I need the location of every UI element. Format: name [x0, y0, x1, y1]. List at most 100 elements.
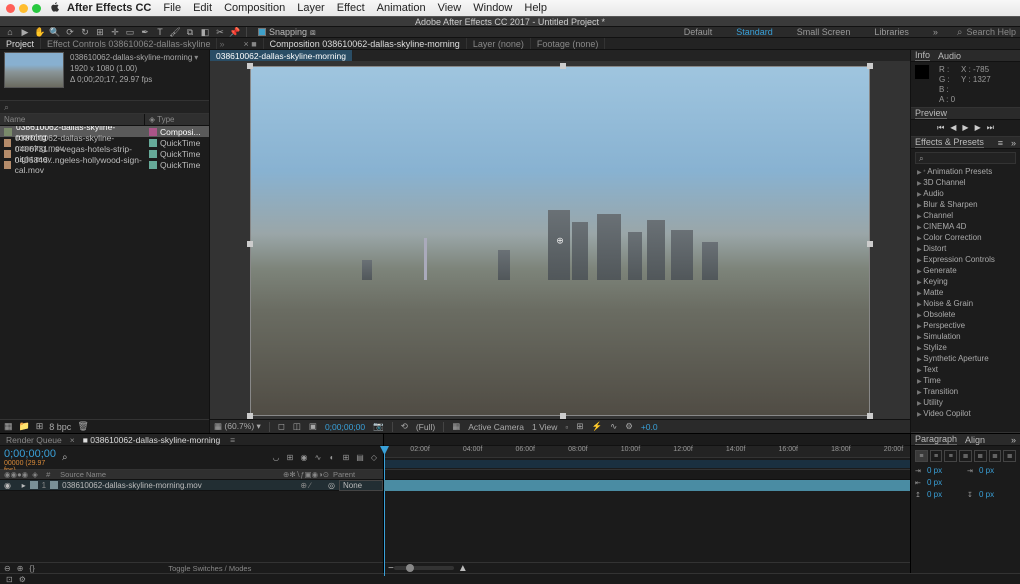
av-col-icon[interactable]: ◉◉●◉ — [4, 470, 28, 479]
label-swatch[interactable] — [149, 150, 157, 158]
view-opt2-icon[interactable]: ⊞ — [576, 421, 583, 432]
handle-icon[interactable] — [867, 241, 873, 247]
first-frame-icon[interactable]: ⏮ — [937, 123, 944, 133]
footer-icon[interactable]: ⊡ — [6, 575, 13, 584]
effects-category[interactable]: Utility — [915, 397, 1016, 408]
timeline-transfer-icon[interactable]: ⊕ — [17, 564, 24, 573]
timeline-tab-menu-icon[interactable]: ≡ — [226, 435, 239, 445]
layer-name[interactable]: 038610062-dallas-skyline-morning.mov — [62, 481, 296, 490]
work-area-bar[interactable] — [384, 460, 910, 468]
effects-category[interactable]: Noise & Grain — [915, 298, 1016, 309]
menu-file[interactable]: File — [163, 2, 181, 14]
effects-category[interactable]: Keying — [915, 276, 1016, 287]
exposure-value[interactable]: +0.0 — [641, 422, 658, 432]
effects-category[interactable]: CINEMA 4D — [915, 221, 1016, 232]
pen-tool-icon[interactable]: ✒ — [139, 27, 151, 37]
justify-last-center-icon[interactable]: ≣ — [974, 450, 987, 462]
zoom-out-icon[interactable]: − — [388, 563, 394, 574]
label-swatch[interactable] — [149, 161, 157, 169]
snapping-magnet-icon[interactable]: ⧈ — [310, 27, 316, 38]
menu-composition[interactable]: Composition — [224, 2, 285, 14]
label-swatch[interactable] — [149, 128, 157, 136]
zoom-dropdown[interactable]: ▦ (60.7%) ▾ — [214, 421, 261, 432]
effects-category[interactable]: Animation Presets — [915, 166, 1016, 177]
effects-category[interactable]: Transition — [915, 386, 1016, 397]
parent-col[interactable]: Parent — [333, 470, 383, 479]
search-icon[interactable]: ⌕ — [62, 452, 68, 463]
indent-right-value[interactable]: 0 px — [927, 478, 942, 487]
layer-label-swatch[interactable] — [30, 481, 38, 489]
new-folder-icon[interactable]: 📁 — [19, 421, 30, 432]
layer-parent-dropdown[interactable]: None — [339, 480, 383, 491]
layer-clip[interactable] — [384, 480, 910, 491]
comp-canvas[interactable]: ⊕ — [250, 66, 870, 416]
auto-keyframe-icon[interactable]: ◇ — [369, 453, 379, 463]
effects-category[interactable]: Text — [915, 364, 1016, 375]
interpret-footage-icon[interactable]: ▦ — [4, 421, 13, 432]
effects-category[interactable]: Color Correction — [915, 232, 1016, 243]
res-full-icon[interactable]: ◻ — [278, 421, 285, 432]
layer-twirl-icon[interactable]: ▸ — [22, 481, 26, 490]
puppet-tool-icon[interactable]: 📌 — [229, 27, 241, 37]
snapshot-icon[interactable]: 📷 — [373, 421, 384, 432]
brainstorm-icon[interactable]: ▤ — [355, 453, 365, 463]
timeline-ruler[interactable]: 02:00f04:00f06:00f08:00f10:00f12:00f14:0… — [384, 446, 910, 458]
shy-icon[interactable]: ◡ — [271, 453, 281, 463]
handle-icon[interactable] — [247, 241, 253, 247]
justify-all-icon[interactable]: ≣ — [1003, 450, 1016, 462]
justify-last-left-icon[interactable]: ≣ — [959, 450, 972, 462]
panel-overflow-icon[interactable]: » — [1011, 138, 1016, 148]
project-thumbnail[interactable] — [4, 52, 64, 88]
toggle-switches-modes[interactable]: Toggle Switches / Modes — [168, 564, 251, 573]
workspace-default[interactable]: Default — [678, 27, 719, 37]
tab-footage[interactable]: Footage (none) — [531, 38, 606, 49]
help-search[interactable]: ⌕ Search Help — [957, 27, 1016, 38]
source-name-col[interactable]: Source Name — [60, 470, 279, 479]
handle-icon[interactable] — [247, 63, 253, 69]
tab-effect-controls[interactable]: Effect Controls 038610062-dallas-skyline — [41, 38, 217, 49]
timeline-brace-icon[interactable]: {} — [29, 564, 34, 573]
effects-category[interactable]: Stylize — [915, 342, 1016, 353]
align-right-icon[interactable]: ≡ — [944, 450, 957, 462]
fast-preview-icon[interactable]: ∿ — [610, 421, 617, 432]
timeline-layer-row[interactable]: ◉ ▸ 1 038610062-dallas-skyline-morning.m… — [0, 480, 383, 491]
effects-category[interactable]: Generate — [915, 265, 1016, 276]
menu-view[interactable]: View — [438, 2, 462, 14]
shape-tool-icon[interactable]: ▭ — [124, 27, 136, 37]
workspace-standard[interactable]: Standard — [730, 27, 779, 37]
transparent-grid-icon[interactable]: ▦ — [452, 421, 460, 432]
comp-viewer[interactable]: ⊕ — [210, 62, 910, 419]
quality-icon[interactable]: ⚡ — [591, 421, 602, 432]
layer-av-toggles[interactable]: ◉ — [4, 481, 18, 490]
roto-tool-icon[interactable]: ✂ — [214, 27, 226, 37]
rotate-tool-icon[interactable]: ↻ — [79, 27, 91, 37]
play-icon[interactable]: ▶ — [962, 123, 968, 133]
align-center-icon[interactable]: ≡ — [930, 450, 943, 462]
panel-overflow-icon[interactable]: » — [1011, 435, 1016, 445]
handle-icon[interactable] — [867, 63, 873, 69]
zoom-tool-icon[interactable]: 🔍 — [49, 27, 61, 37]
next-frame-icon[interactable]: ▶ — [975, 123, 981, 133]
panel-tabs-overflow-icon[interactable]: » — [217, 39, 226, 49]
layer-parent-pickwhip-icon[interactable]: ◎ — [328, 481, 335, 490]
effects-category[interactable]: Channel — [915, 210, 1016, 221]
comp-flowchart-icon[interactable]: ⊞ — [285, 453, 295, 463]
last-frame-icon[interactable]: ⏭ — [987, 123, 994, 133]
justify-last-right-icon[interactable]: ≣ — [989, 450, 1002, 462]
workspace-libraries[interactable]: Libraries — [868, 27, 915, 37]
label-swatch[interactable] — [149, 139, 157, 147]
eraser-tool-icon[interactable]: ◧ — [199, 27, 211, 37]
menu-help[interactable]: Help — [524, 2, 547, 14]
workspace-small-screen[interactable]: Small Screen — [791, 27, 857, 37]
timeline-track[interactable] — [384, 480, 910, 491]
timeline-ruler-area[interactable]: 02:00f04:00f06:00f08:00f10:00f12:00f14:0… — [384, 446, 910, 470]
playhead[interactable] — [384, 446, 385, 576]
app-menu[interactable]: After Effects CC — [67, 2, 151, 14]
brush-tool-icon[interactable]: 🖌 — [169, 27, 181, 37]
anchor-point-icon[interactable]: ⊕ — [556, 235, 564, 246]
graph-editor-icon[interactable]: ⊞ — [341, 453, 351, 463]
menu-effect[interactable]: Effect — [337, 2, 365, 14]
selection-tool-icon[interactable]: ▶ — [19, 27, 31, 37]
panel-menu-icon[interactable]: ≡ — [998, 138, 1003, 148]
layer-switches[interactable]: ⊕ ∕ — [300, 481, 324, 490]
